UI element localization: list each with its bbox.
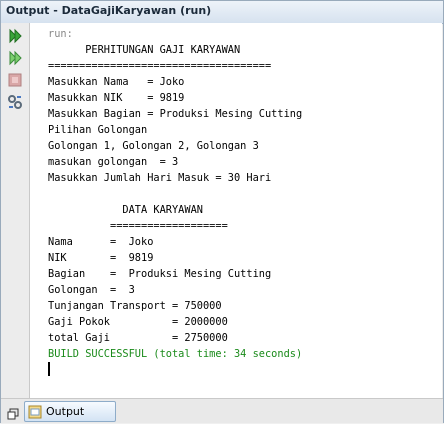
console-line: Masukkan Nama = Joko	[48, 76, 185, 88]
console-line: Masukkan Jumlah Hari Masuk = 30 Hari	[48, 172, 272, 184]
bottom-tab-bar: Output	[1, 398, 443, 423]
console-line: run:	[48, 28, 73, 40]
console-line: NIK = 9819	[48, 252, 154, 264]
console-line: total Gaji = 2750000	[48, 332, 228, 344]
rerun-icon[interactable]	[5, 26, 25, 46]
text-cursor	[48, 362, 50, 376]
window-title: Output - DataGajiKaryawan (run)	[6, 4, 212, 17]
output-console[interactable]: run: PERHITUNGAN GAJI KARYAWAN ==========…	[30, 23, 442, 398]
restore-window-icon[interactable]	[7, 405, 19, 424]
settings-icon[interactable]	[5, 92, 25, 112]
console-line: Golongan 1, Golongan 2, Golongan 3	[48, 140, 259, 152]
console-line: Nama = Joko	[48, 236, 154, 248]
build-status-line: BUILD SUCCESSFUL (total time: 34 seconds…	[48, 348, 303, 360]
console-line: Tunjangan Transport = 750000	[48, 300, 222, 312]
tab-output[interactable]: Output	[24, 401, 116, 422]
output-toolbar	[1, 23, 30, 398]
console-line: Masukkan NIK = 9819	[48, 92, 185, 104]
tab-output-label: Output	[46, 405, 85, 418]
console-line: Gaji Pokok = 2000000	[48, 316, 228, 328]
console-line: PERHITUNGAN GAJI KARYAWAN	[48, 44, 241, 56]
console-line: ====================================	[48, 60, 272, 72]
rerun-with-options-icon[interactable]	[5, 48, 25, 68]
console-line: Bagian = Produksi Mesing Cutting	[48, 268, 272, 280]
console-line: Masukkan Bagian = Produksi Mesing Cuttin…	[48, 108, 303, 120]
output-tab-icon	[28, 405, 42, 419]
console-line: masukan golongan = 3	[48, 156, 179, 168]
console-line: Pilihan Golongan	[48, 124, 148, 136]
console-line: Golongan = 3	[48, 284, 135, 296]
stop-icon[interactable]	[5, 70, 25, 90]
output-window: Output - DataGajiKaryawan (run) run: PER…	[0, 0, 444, 423]
title-bar[interactable]: Output - DataGajiKaryawan (run)	[1, 1, 443, 24]
console-line: DATA KARYAWAN	[48, 204, 203, 216]
console-line: ===================	[48, 220, 228, 232]
